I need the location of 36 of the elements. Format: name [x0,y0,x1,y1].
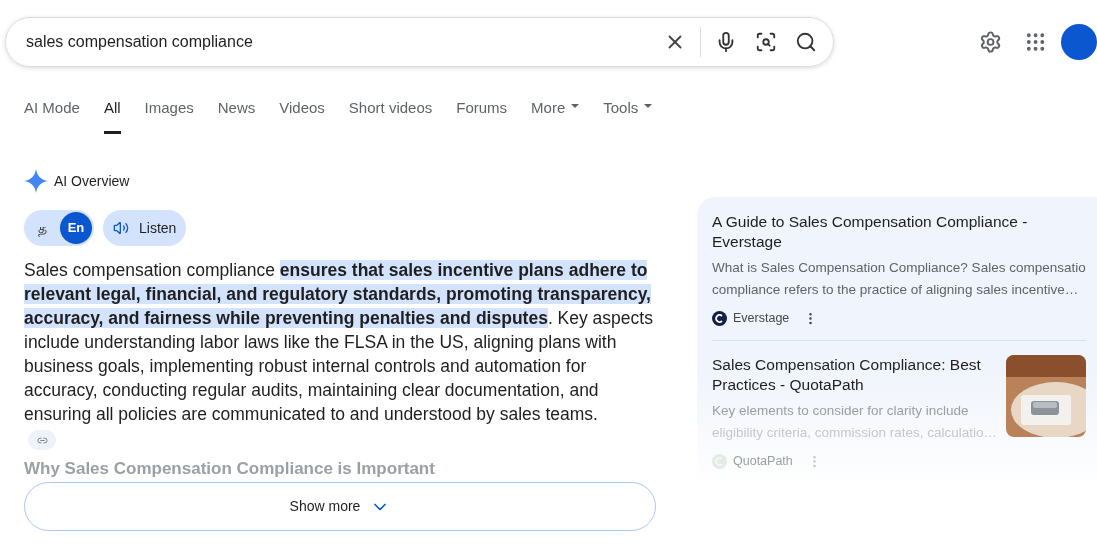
source-site[interactable]: Everstage [733,309,790,328]
ai-overview-title: AI Overview [54,171,130,191]
settings-icon[interactable] [978,30,1002,54]
faded-heading: Why Sales Compensation Compliance is Important [24,458,435,480]
link-chip[interactable] [28,430,56,450]
show-more-button[interactable]: Show more [24,482,656,531]
search-query: sales compensation compliance [26,32,254,52]
avatar[interactable] [1061,24,1097,60]
source-snippet: compliance refers to the practice of aligning sales incentive… [712,281,1080,299]
search-tab[interactable]: Images [144,97,194,134]
search-tab[interactable]: Forums [456,97,508,134]
caret-icon [571,104,580,108]
search-tab[interactable]: Videos [279,97,325,134]
source-snippet: What is Sales Compensation Compliance? Sales compensatio [712,259,1086,277]
search-tab[interactable]: All [103,97,121,134]
search-tab[interactable]: AI Mode [24,97,80,134]
overview-paragraph: Sales compensation compliance ensures that sales incentive plans adhere to relevant legal, financial, and regulatory standards, promoting transparency, accuracy, and fairness while preventing penalties and disputes. Key aspects include understanding labor laws like the FLSA in the US, aligning plans with business goals, implementing robust internal controls and automation for accuracy, conducting regular audits, maintaining clear documentation, and ensuring all policies are communicated to and understood by sales teams. [24,259,654,426]
search-tab[interactable]: Short videos [348,97,433,134]
caret-icon [644,104,653,108]
faded-site-logo-icon [712,453,727,469]
sparkle-icon [24,169,48,193]
camera-search-icon[interactable] [754,31,777,53]
search-tab[interactable]: News [217,97,256,134]
source-title[interactable]: Sales Compensation Compliance: Best Practices - QuotaPath [712,354,1002,395]
search-tab[interactable]: Tools [603,97,653,134]
search-field[interactable]: sales compensation compliance [5,17,834,67]
source-title[interactable]: A Guide to Sales Compensation Compliance - Everstage [712,212,1052,252]
source-snippet: Key elements to consider for clarity include [712,401,970,420]
language-option[interactable]: த [26,212,58,244]
site-logo-icon [712,310,727,326]
language-toggle[interactable]: த En [24,210,94,246]
speaker-icon [113,220,129,236]
language-option[interactable]: En [60,212,92,244]
listen-button[interactable]: Listen [103,210,187,246]
search-tab[interactable]: More [531,97,580,134]
search-icon[interactable] [794,31,817,53]
